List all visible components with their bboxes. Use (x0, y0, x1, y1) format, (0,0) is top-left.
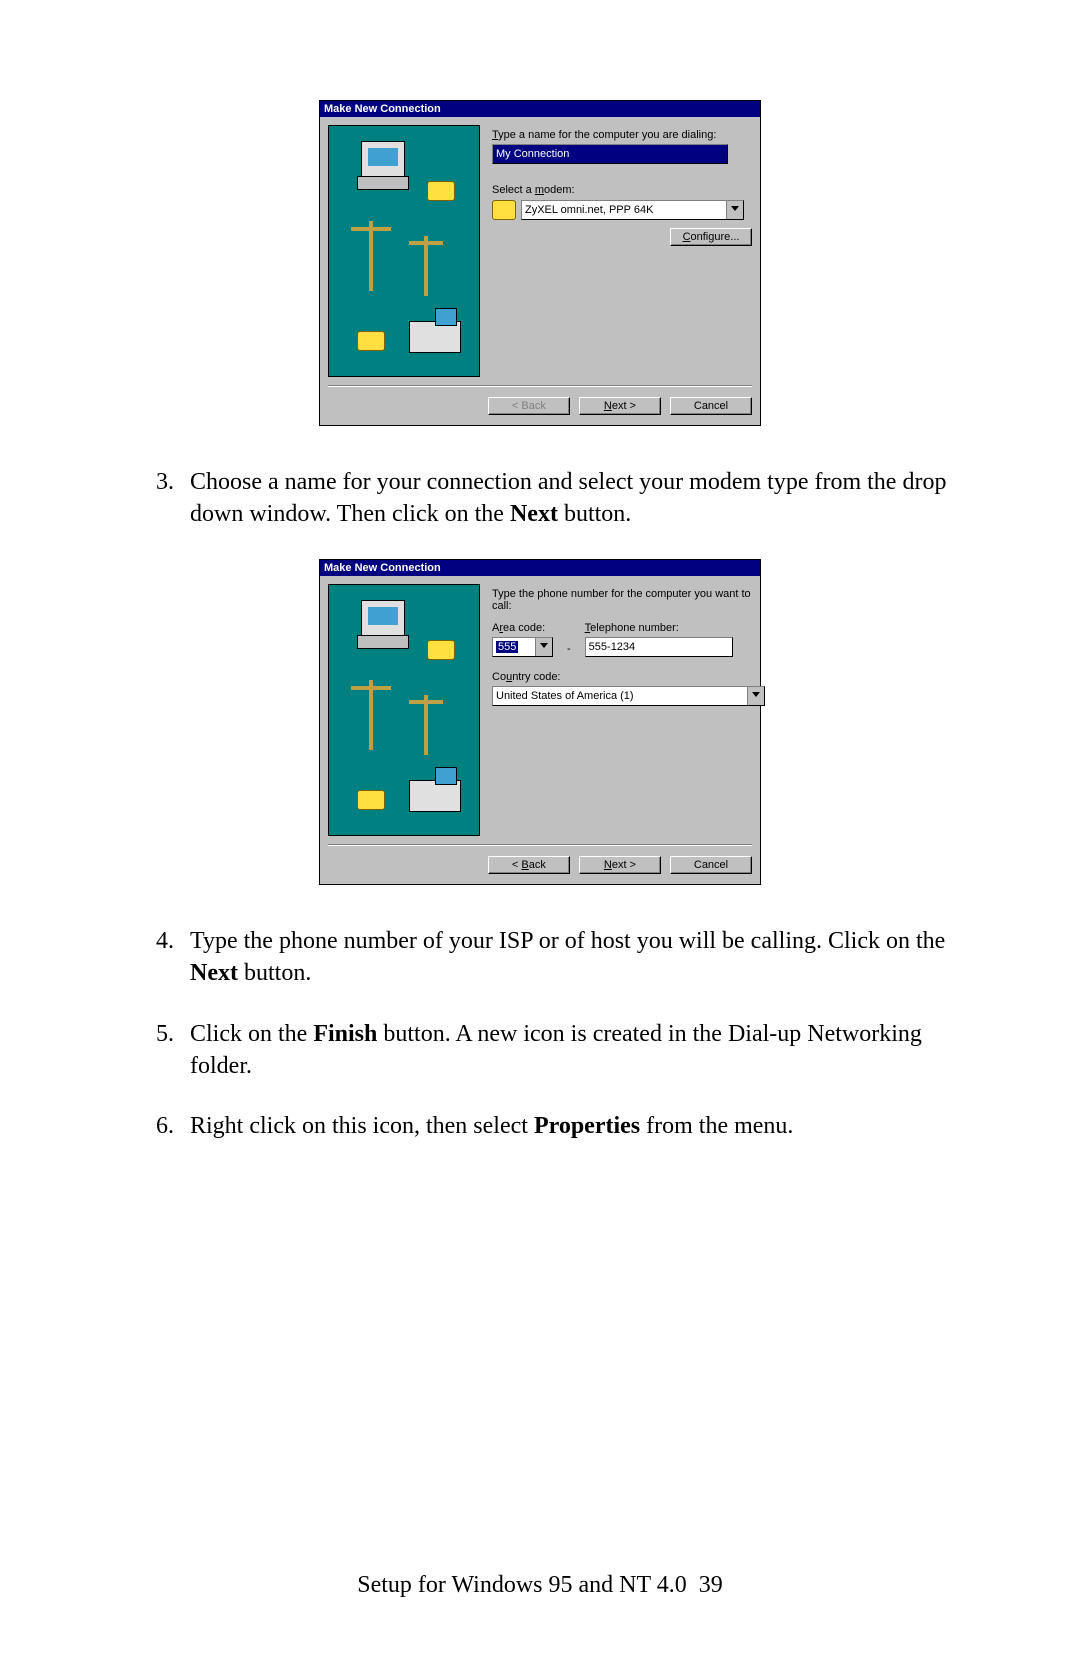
step-3: Choose a name for your connection and se… (180, 466, 980, 531)
wizard-graphic-icon (328, 125, 480, 377)
cancel-button[interactable]: Cancel (670, 397, 752, 415)
configure-button[interactable]: Configure... (670, 228, 752, 246)
next-button[interactable]: Next > (579, 856, 661, 874)
select-modem-label: Select a modem: (492, 184, 752, 196)
chevron-down-icon[interactable] (747, 687, 764, 705)
cancel-button[interactable]: Cancel (670, 856, 752, 874)
country-code-select[interactable]: United States of America (1) (492, 686, 765, 706)
modem-select[interactable]: ZyXEL omni.net, PPP 64K (521, 200, 744, 220)
modem-icon (492, 200, 516, 220)
dialog-title: Make New Connection (320, 101, 760, 117)
instruction-list-continued: Type the phone number of your ISP or of … (100, 925, 980, 1143)
dialog-make-new-connection-2: Make New Connection Type the phone numbe… (319, 559, 761, 885)
telephone-number-input[interactable]: 555-1234 (585, 637, 733, 657)
instruction-list: Choose a name for your connection and se… (100, 466, 980, 531)
country-code-value: United States of America (1) (496, 690, 634, 702)
modem-select-value: ZyXEL omni.net, PPP 64K (525, 204, 653, 216)
chevron-down-icon[interactable] (535, 638, 552, 656)
step-5: Click on the Finish button. A new icon i… (180, 1018, 980, 1083)
area-code-select[interactable]: 555 (492, 637, 553, 657)
step-4: Type the phone number of your ISP or of … (180, 925, 980, 990)
page-footer: Setup for Windows 95 and NT 4.0 39 (0, 1572, 1080, 1599)
connection-name-input[interactable]: My Connection (492, 144, 728, 164)
dialog-make-new-connection-1: Make New Connection Type a name for the … (319, 100, 761, 426)
country-code-label: Country code: (492, 671, 765, 683)
back-button: < Back (488, 397, 570, 415)
dialog-title: Make New Connection (320, 560, 760, 576)
area-code-label: Area code: (492, 622, 553, 634)
back-button[interactable]: < Back (488, 856, 570, 874)
next-button[interactable]: Next > (579, 397, 661, 415)
step-6: Right click on this icon, then select Pr… (180, 1110, 980, 1142)
area-code-value: 555 (496, 641, 518, 653)
connection-name-label: Type a name for the computer you are dia… (492, 129, 752, 141)
chevron-down-icon[interactable] (726, 201, 743, 219)
phone-prompt-label: Type the phone number for the computer y… (492, 588, 765, 612)
telephone-number-label: Telephone number: (585, 622, 733, 634)
wizard-graphic-icon (328, 584, 480, 836)
